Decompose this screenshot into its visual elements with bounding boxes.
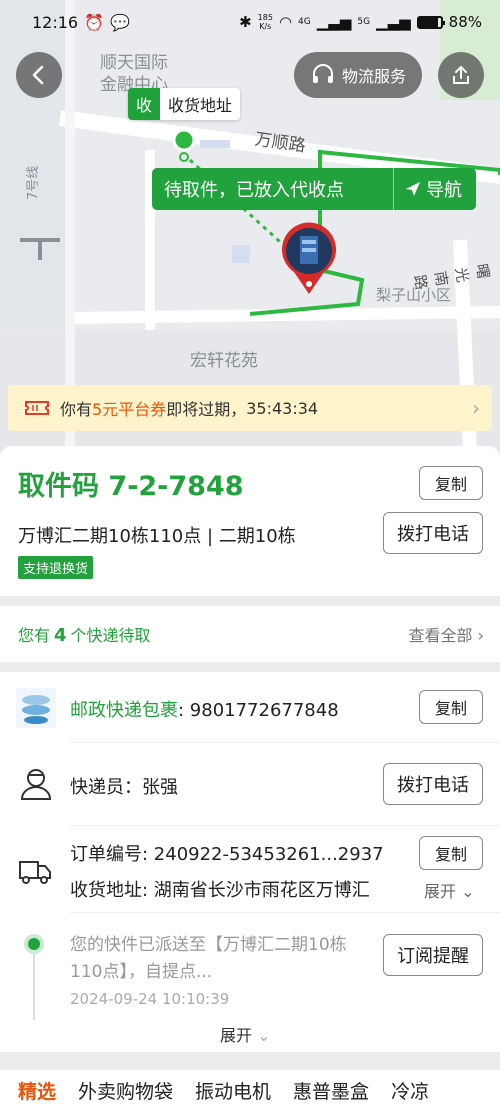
map-view[interactable]: 顺天国际 金融中心 万顺路 7号线 梨子山小区 宏轩花苑 曙光南路 物流服务 收… [0, 0, 500, 450]
navigate-button[interactable]: 导航 [394, 176, 476, 202]
message-icon: 💬 [110, 12, 130, 32]
tab-featured[interactable]: 精选 [18, 1077, 56, 1104]
timeline-expand-label: 展开 [220, 1026, 253, 1045]
address-expand-label: 展开 [424, 882, 457, 901]
pending-count-text: 您有 4 个快递待取 [18, 622, 151, 646]
tab-cooling[interactable]: 冷凉 [391, 1077, 429, 1104]
chevron-right-icon: › [472, 396, 480, 420]
courier-name: 张强 [142, 777, 178, 798]
address-line: 收货地址: 湖南省长沙市雨花区万博汇 [70, 876, 420, 902]
coupon-amount: 5元平台券 [92, 400, 167, 419]
pickup-code-card: 取件码 7-2-7848 复制 万博汇二期10栋110点 | 二期10栋 拨打电… [0, 446, 500, 596]
receive-address-tag: 收 收货地址 [128, 88, 241, 120]
pickup-status-text: 待取件，已放入代收点 [164, 180, 344, 201]
ticket-icon [25, 401, 49, 415]
chevron-down-icon: ⌄ [252, 1026, 271, 1045]
net-speed-unit: K/s [259, 22, 272, 31]
coupon-expiry-bar[interactable]: 你有 5元平台券 即将过期， 35:43:34 › [8, 385, 492, 431]
timeline-dot-icon [24, 934, 44, 954]
pickup-code-label: 取件码 [18, 471, 99, 502]
parcel-carrier-row: 邮政快递包裹: 9801772677848 复制 [0, 672, 500, 742]
receive-address-label: 收货地址 [160, 88, 241, 120]
navigate-arrow-icon [406, 182, 420, 196]
copy-tracking-button[interactable]: 复制 [419, 690, 483, 724]
timeline-expand-link[interactable]: 展开 ⌄ [220, 1022, 271, 1046]
navigate-label: 导航 [426, 180, 462, 201]
view-all-link[interactable]: 查看全部 › [408, 622, 484, 646]
signal-icon: ▁▃▅ [316, 13, 352, 31]
net-speed: 185 K/s [258, 13, 273, 31]
address-expand-link[interactable]: 展开 ⌄ [424, 878, 475, 902]
courier-info: 快递员：张强 [70, 773, 178, 799]
pickup-code-value: 7-2-7848 [108, 471, 244, 502]
support-return-badge: 支持退换货 [18, 556, 94, 579]
address-label: 收货地址: [70, 880, 154, 901]
headset-icon [312, 64, 333, 83]
recommend-tab-bar: 精选 外卖购物袋 振动电机 惠普墨盒 冷凉 [0, 1070, 500, 1111]
order-number: 240922-53453261...2937 [153, 844, 384, 865]
parcel-thumbnail-icon [16, 688, 56, 728]
copy-order-button[interactable]: 复制 [419, 836, 483, 870]
map-background [0, 0, 500, 450]
status-time: 12:16 [32, 12, 79, 32]
pickup-code: 取件码 7-2-7848 [18, 464, 244, 503]
coupon-countdown: 35:43:34 [246, 398, 319, 418]
back-button[interactable] [16, 52, 62, 98]
tracking-number: : 9801772677848 [178, 700, 339, 721]
latest-event-text: 您的快件已派送至【万博汇二期10栋110点】，自提点... [70, 935, 347, 982]
call-station-button[interactable]: 拨打电话 [383, 512, 483, 554]
pickup-status-banner: 待取件，已放入代收点 导航 [152, 168, 476, 210]
parcel-detail-card: 邮政快递包裹: 9801772677848 复制 快递员：张强 拨打电话 订单编… [0, 672, 500, 1052]
call-courier-button[interactable]: 拨打电话 [383, 763, 483, 805]
battery-icon [416, 15, 445, 29]
truck-icon [19, 861, 51, 884]
tab-hp-cartridge[interactable]: 惠普墨盒 [293, 1077, 369, 1104]
tab-takeout-bag[interactable]: 外卖购物袋 [78, 1077, 173, 1104]
status-bar: 12:16 ⏰ 💬 ✱ 185 K/s ◠ 4G ▁▃▅ 5G ▁▃▅ 88% [0, 0, 500, 44]
pending-suffix: 个快递待取 [70, 626, 151, 645]
back-arrow-icon [32, 65, 44, 85]
coupon-prefix: 你有 [60, 400, 93, 419]
signal-icon-2: ▁▃▅ [376, 13, 411, 31]
map-label-line7: 7号线 [26, 165, 41, 200]
signal-4g-label: 4G [298, 17, 311, 27]
bluetooth-icon: ✱ [239, 13, 252, 31]
pending-parcels-card[interactable]: 您有 4 个快递待取 查看全部 › [0, 606, 500, 662]
timeline-line [33, 954, 35, 1020]
carrier-tracking: 邮政快递包裹: 9801772677848 [70, 696, 339, 722]
address-value: 湖南省长沙市雨花区万博汇 [153, 880, 370, 901]
carrier-name: 邮政快递包裹 [70, 700, 178, 721]
row-divider [70, 912, 500, 913]
copy-code-button[interactable]: 复制 [419, 466, 483, 500]
person-icon [20, 769, 52, 800]
alarm-icon: ⏰ [84, 12, 105, 32]
chevron-right-icon: › [477, 626, 484, 645]
order-row: 订单编号: 240922-53453261...2937 复制 收货地址: 湖南… [0, 826, 500, 912]
share-icon [453, 65, 469, 84]
receive-badge: 收 [128, 88, 161, 120]
order-label: 订单编号: [70, 844, 154, 865]
map-label-hongxuan: 宏轩花苑 [190, 351, 258, 371]
latest-event-time: 2024-09-24 10:10:39 [70, 990, 230, 1008]
order-number-line: 订单编号: 240922-53453261...2937 [70, 840, 384, 866]
wifi-icon: ◠ [278, 13, 293, 31]
battery-percent: 88% [448, 13, 482, 31]
courier-label: 快递员： [70, 777, 142, 798]
pickup-point-pin-icon[interactable] [280, 222, 338, 296]
courier-row: 快递员：张强 拨打电话 [0, 743, 500, 825]
logistics-service-button[interactable]: 物流服务 [294, 52, 422, 98]
chevron-down-icon: ⌄ [456, 882, 475, 901]
pickup-station: 万博汇二期10栋110点 | 二期10栋 [18, 526, 296, 547]
net-speed-value: 185 [257, 13, 273, 22]
pending-prefix: 您有 [18, 626, 51, 645]
pending-count: 4 [54, 625, 67, 646]
subscribe-reminder-button[interactable]: 订阅提醒 [383, 934, 483, 976]
coupon-suffix: 即将过期， [166, 400, 247, 419]
logistics-service-label: 物流服务 [341, 67, 406, 86]
signal-5g-label: 5G [357, 17, 371, 27]
share-button[interactable] [438, 52, 484, 98]
view-all-label: 查看全部 [408, 626, 473, 645]
tab-vibration-motor[interactable]: 振动电机 [195, 1077, 271, 1104]
